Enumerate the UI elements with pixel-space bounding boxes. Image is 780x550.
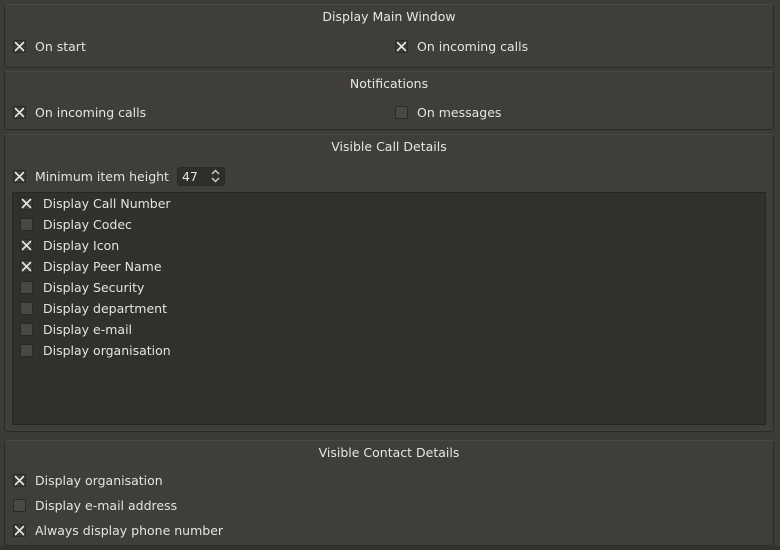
checkbox-label: Display e-mail address [35,497,178,513]
list-item[interactable]: Display Codec [20,215,132,233]
x-check-icon[interactable] [20,280,33,294]
x-check-icon[interactable] [13,39,26,53]
visible-contact-details-group: Visible Contact Details Display organisa… [4,440,774,546]
always-display-phone-checkbox[interactable]: Always display phone number [13,521,223,539]
notifications-group: Notifications On incoming calls On messa… [4,71,774,130]
x-check-icon[interactable] [395,105,408,119]
checkbox-label: On incoming calls [35,104,147,120]
list-item-label: Display e-mail [43,321,133,337]
list-item[interactable]: Display e-mail [20,320,132,338]
group-title: Visible Call Details [331,139,447,154]
x-check-icon[interactable] [13,105,26,119]
checkbox-label: On start [35,38,86,54]
checkbox-label: Always display phone number [35,522,224,538]
display-main-window-group: Display Main Window On start On incoming… [4,4,774,68]
spinbox-value: 47 [181,168,198,184]
checkbox-label: On incoming calls [417,38,529,54]
checkbox-label: Display organisation [35,472,163,488]
list-item-label: Display organisation [43,342,171,358]
list-item-label: Display Call Number [43,195,171,211]
list-item[interactable]: Display Call Number [20,194,171,212]
x-check-icon[interactable] [13,523,26,537]
list-item-label: Display department [43,300,167,316]
x-check-icon[interactable] [20,238,33,252]
list-item-label: Display Peer Name [43,258,162,274]
list-item[interactable]: Display Security [20,278,144,296]
bottom-edge [0,546,780,550]
contact-display-email-checkbox[interactable]: Display e-mail address [13,496,177,514]
list-item[interactable]: Display department [20,299,167,317]
notify-incoming-calls-checkbox[interactable]: On incoming calls [13,103,146,121]
list-item[interactable]: Display Peer Name [20,257,162,275]
x-check-icon[interactable] [20,322,33,336]
minimum-item-height-label: Minimum item height [35,168,169,184]
contact-display-organisation-checkbox[interactable]: Display organisation [13,471,163,489]
group-title: Visible Contact Details [318,445,460,460]
list-item-label: Display Codec [43,216,132,232]
spin-arrows-icon[interactable] [211,169,220,183]
list-item[interactable]: Display organisation [20,341,171,359]
list-item[interactable]: Display Icon [20,236,119,254]
notify-messages-checkbox[interactable]: On messages [395,103,501,121]
minimum-item-height-spinbox[interactable]: 47 [176,166,225,186]
visible-call-details-group: Visible Call Details Minimum item height… [4,134,774,432]
list-item-label: Display Icon [43,237,120,253]
list-item-label: Display Security [43,279,145,295]
group-title: Display Main Window [322,9,456,24]
checkbox-label: On messages [417,104,502,120]
minimum-item-height-row: Minimum item height 47 [13,165,225,187]
x-check-icon[interactable] [20,217,33,231]
x-check-icon[interactable] [13,498,26,512]
call-details-list[interactable]: Display Call Number Display Codec Displa… [12,192,766,425]
x-check-icon[interactable] [20,301,33,315]
x-check-icon[interactable] [395,39,408,53]
x-check-icon[interactable] [20,196,33,210]
on-start-checkbox[interactable]: On start [13,37,86,55]
x-check-icon[interactable] [20,259,33,273]
group-title: Notifications [349,76,429,91]
on-incoming-calls-window-checkbox[interactable]: On incoming calls [395,37,528,55]
x-check-icon[interactable] [13,473,26,487]
x-check-icon[interactable] [20,343,33,357]
x-check-icon[interactable] [13,169,26,183]
